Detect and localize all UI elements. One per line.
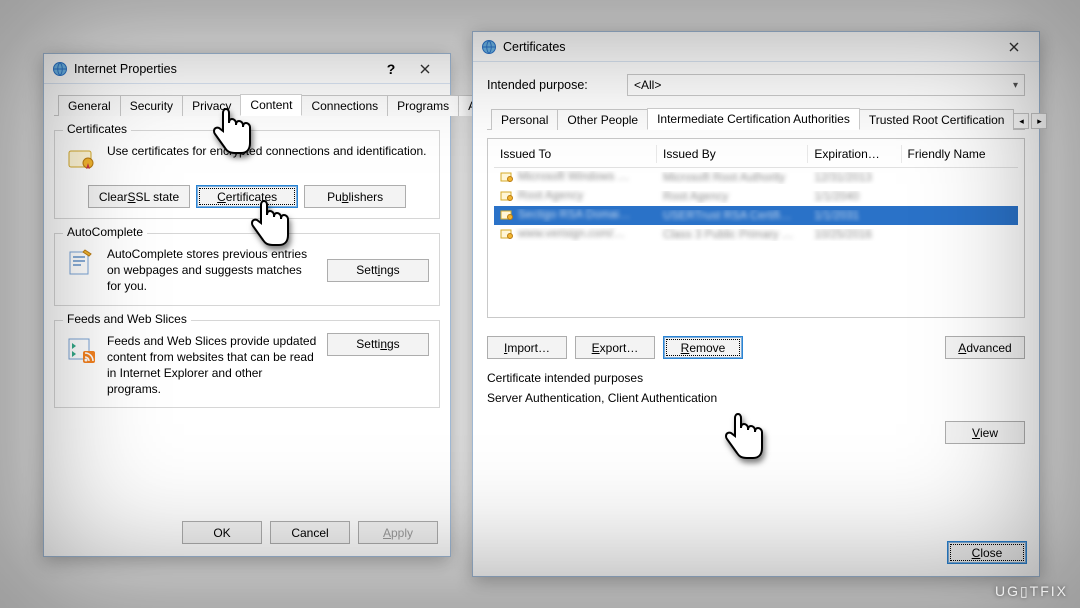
tab-strip: General Security Privacy Content Connect… xyxy=(54,92,440,116)
certificate-row[interactable]: Microsoft Windows …Microsoft Root Author… xyxy=(494,168,1018,187)
tab-other-people[interactable]: Other People xyxy=(557,109,648,130)
certificate-row[interactable]: Sectigo RSA Domai…USERTrust RSA Certifi…… xyxy=(494,206,1018,225)
help-button[interactable]: ? xyxy=(374,58,408,80)
close-button[interactable] xyxy=(997,36,1031,58)
group-legend: AutoComplete xyxy=(63,225,147,239)
col-issued-to[interactable]: Issued To xyxy=(494,145,657,163)
autocomplete-settings-button[interactable]: Settings xyxy=(327,259,429,282)
group-legend: Certificates xyxy=(63,122,131,136)
tab-content[interactable]: Content xyxy=(240,94,302,116)
autocomplete-icon xyxy=(65,246,97,278)
view-button[interactable]: View xyxy=(945,421,1025,444)
ok-button[interactable]: OK xyxy=(182,521,262,544)
certificate-icon xyxy=(500,171,514,183)
tab-scroll-left[interactable]: ◂ xyxy=(1013,113,1029,129)
col-expiration[interactable]: Expiration… xyxy=(808,145,901,163)
certificates-window-icon xyxy=(481,39,497,55)
col-friendly-name[interactable]: Friendly Name xyxy=(902,145,1018,163)
tab-intermediate-ca[interactable]: Intermediate Certification Authorities xyxy=(647,108,860,130)
internet-properties-window: Internet Properties ? General Security P… xyxy=(43,53,451,557)
certificates-button[interactable]: Certificates xyxy=(196,185,298,208)
tab-connections[interactable]: Connections xyxy=(301,95,388,116)
cancel-button[interactable]: Cancel xyxy=(270,521,350,544)
feeds-desc: Feeds and Web Slices provide updated con… xyxy=(107,333,317,398)
window-title: Internet Properties xyxy=(74,62,374,76)
feeds-settings-button[interactable]: Settings xyxy=(327,333,429,356)
export-button[interactable]: Export… xyxy=(575,336,655,359)
select-value: <All> xyxy=(634,78,661,92)
watermark: UG▯TFIX xyxy=(995,583,1068,600)
purposes-label: Certificate intended purposes xyxy=(487,371,1025,385)
import-button[interactable]: Import… xyxy=(487,336,567,359)
tab-programs[interactable]: Programs xyxy=(387,95,459,116)
intended-purpose-label: Intended purpose: xyxy=(487,78,615,92)
clear-ssl-state-button[interactable]: Clear SSL state xyxy=(88,185,190,208)
remove-button[interactable]: Remove xyxy=(663,336,743,359)
titlebar: Internet Properties ? xyxy=(44,54,450,84)
tab-general[interactable]: General xyxy=(58,95,121,116)
certificate-purposes: Certificate intended purposes Server Aut… xyxy=(487,371,1025,405)
list-header: Issued To Issued By Expiration… Friendly… xyxy=(494,145,1018,168)
feeds-group: Feeds and Web Slices Feeds and Web Slice… xyxy=(54,320,440,409)
certificate-list[interactable]: Issued To Issued By Expiration… Friendly… xyxy=(487,138,1025,318)
dialog-body: Intended purpose: <All> ▾ Personal Other… xyxy=(473,62,1039,458)
apply-button[interactable]: Apply xyxy=(358,521,438,544)
window-title: Certificates xyxy=(503,40,997,54)
advanced-button[interactable]: Advanced xyxy=(945,336,1025,359)
dialog-body: General Security Privacy Content Connect… xyxy=(44,84,450,418)
tab-personal[interactable]: Personal xyxy=(491,109,558,130)
tab-security[interactable]: Security xyxy=(120,95,183,116)
publishers-button[interactable]: Publishers xyxy=(304,185,406,208)
tab-trusted-root[interactable]: Trusted Root Certification xyxy=(859,109,1015,130)
autocomplete-desc: AutoComplete stores previous entries on … xyxy=(107,246,317,295)
certificate-row[interactable]: www.verisign.com/…Class 3 Public Primary… xyxy=(494,225,1018,244)
chevron-down-icon: ▾ xyxy=(1013,80,1018,91)
col-issued-by[interactable]: Issued By xyxy=(657,145,808,163)
intended-purpose-select[interactable]: <All> ▾ xyxy=(627,74,1025,96)
purposes-value: Server Authentication, Client Authentica… xyxy=(487,391,1025,405)
titlebar: Certificates xyxy=(473,32,1039,62)
lbl: ertificates xyxy=(226,190,277,204)
group-legend: Feeds and Web Slices xyxy=(63,312,191,326)
close-button[interactable] xyxy=(408,58,442,80)
tab-scroll-right[interactable]: ▸ xyxy=(1031,113,1047,129)
tab-privacy[interactable]: Privacy xyxy=(182,95,241,116)
certificates-window: Certificates Intended purpose: <All> ▾ P… xyxy=(472,31,1040,577)
certificates-group: Certificates Use certificates for encryp… xyxy=(54,130,440,219)
autocomplete-group: AutoComplete AutoComplete stores previou… xyxy=(54,233,440,306)
certificates-desc: Use certificates for encrypted connectio… xyxy=(107,143,429,159)
certificate-row[interactable]: Root AgencyRoot Agency1/1/2040 xyxy=(494,187,1018,206)
feeds-icon xyxy=(65,333,97,365)
certificate-icon xyxy=(500,209,514,221)
close-dialog-button[interactable]: Close xyxy=(947,541,1027,564)
certificate-icon xyxy=(500,228,514,240)
cert-tab-strip: Personal Other People Intermediate Certi… xyxy=(487,106,1025,130)
internet-options-icon xyxy=(52,61,68,77)
dialog-buttons: OK Cancel Apply xyxy=(182,521,438,544)
dialog-buttons: Close xyxy=(947,541,1027,564)
certificate-icon xyxy=(500,190,514,202)
certificate-icon xyxy=(65,143,97,175)
